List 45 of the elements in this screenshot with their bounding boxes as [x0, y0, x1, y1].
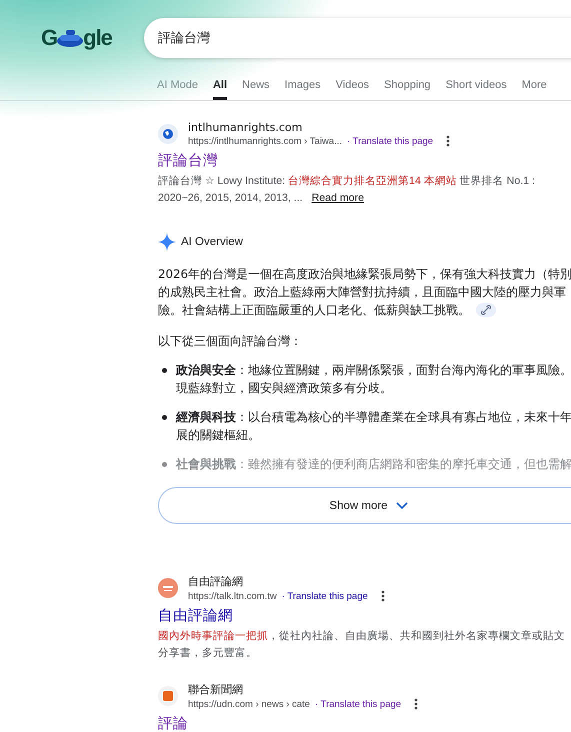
logo-letters: gle: [83, 25, 112, 51]
search-tab[interactable]: Images: [284, 79, 321, 100]
bullet-text: 現藍綠對立，國安與經濟政策多有分歧。: [176, 380, 393, 397]
result-url: https://talk.ltn.com.tw: [188, 590, 277, 602]
search-tab[interactable]: Shopping: [384, 79, 431, 100]
site-name: 聯合新聞網: [188, 682, 244, 697]
bullet-icon: [162, 415, 167, 420]
curling-stone-icon: [56, 28, 84, 48]
result-snippet: 評論台灣 ☆ Lowy Institute: 台灣綜合實力排名亞洲第14 本網站 世界排名 No.1 : 2020~26, 2015, 2014, 2013, ... Read more: [158, 174, 536, 206]
link-chip[interactable]: [476, 303, 496, 317]
bullet-icon: [162, 368, 167, 373]
bullet-text: 展的關鍵樞紐。: [176, 427, 261, 444]
bullet-text: 政治與安全：地緣位置關鍵，兩岸關係緊張，面對台海內海化的軍事風險。: [176, 362, 571, 379]
search-tab[interactable]: More: [522, 79, 547, 100]
show-more-button[interactable]: Show more: [158, 487, 571, 524]
result-title[interactable]: 評論台灣: [158, 151, 571, 170]
site-name: intlhumanrights.com: [188, 121, 304, 134]
overview-text: 以下從三個面向評論台灣：: [158, 333, 303, 350]
link-icon: [481, 305, 491, 315]
translate-link[interactable]: · Translate this page: [347, 136, 434, 146]
site-name: 自由評論網: [188, 574, 244, 589]
globe-icon: [158, 124, 178, 144]
search-field[interactable]: 評論台灣: [144, 18, 571, 58]
more-options-icon[interactable]: [380, 590, 385, 602]
ai-overview-heading: AI Overview: [181, 236, 243, 248]
result-title[interactable]: 評論: [158, 714, 571, 732]
search-tab[interactable]: Videos: [336, 79, 370, 100]
search-tab[interactable]: News: [242, 79, 270, 100]
more-options-icon[interactable]: [414, 698, 418, 710]
overview-text: 的成熟民主社會。政治上藍綠兩大陣營對抗持續，且面臨中國大陸的壓力與軍: [158, 284, 566, 301]
result-url: https://intlhumanrights.com › Taiwa...: [188, 136, 342, 146]
sparkle-icon: [158, 233, 176, 251]
search-tab[interactable]: Short videos: [446, 79, 507, 100]
overview-text: 險。社會結構上正面臨嚴重的人口老化、低薪與缺工挑戰。: [158, 302, 470, 319]
result-url: https://udn.com › news › cate: [188, 698, 310, 710]
read-more-link[interactable]: Read more: [312, 192, 364, 204]
overview-text: 2026年的台灣是一個在高度政治與地緣緊張局勢下，保有強大科技實力（特別: [158, 266, 571, 283]
chevron-down-icon: [396, 502, 408, 510]
logo-letter: G: [41, 25, 58, 51]
translate-link[interactable]: · Translate this page: [282, 590, 368, 602]
translate-link[interactable]: · Translate this page: [314, 698, 402, 710]
result-title[interactable]: 自由評論網: [158, 606, 571, 625]
result-snippet: 國內外時事評論一把抓，從社內社論、自由廣場、共和國到社外名家專欄文章或貼文分享書，多元豐富。: [158, 629, 566, 661]
bullet-icon: [162, 462, 167, 467]
more-options-icon[interactable]: [446, 135, 450, 147]
